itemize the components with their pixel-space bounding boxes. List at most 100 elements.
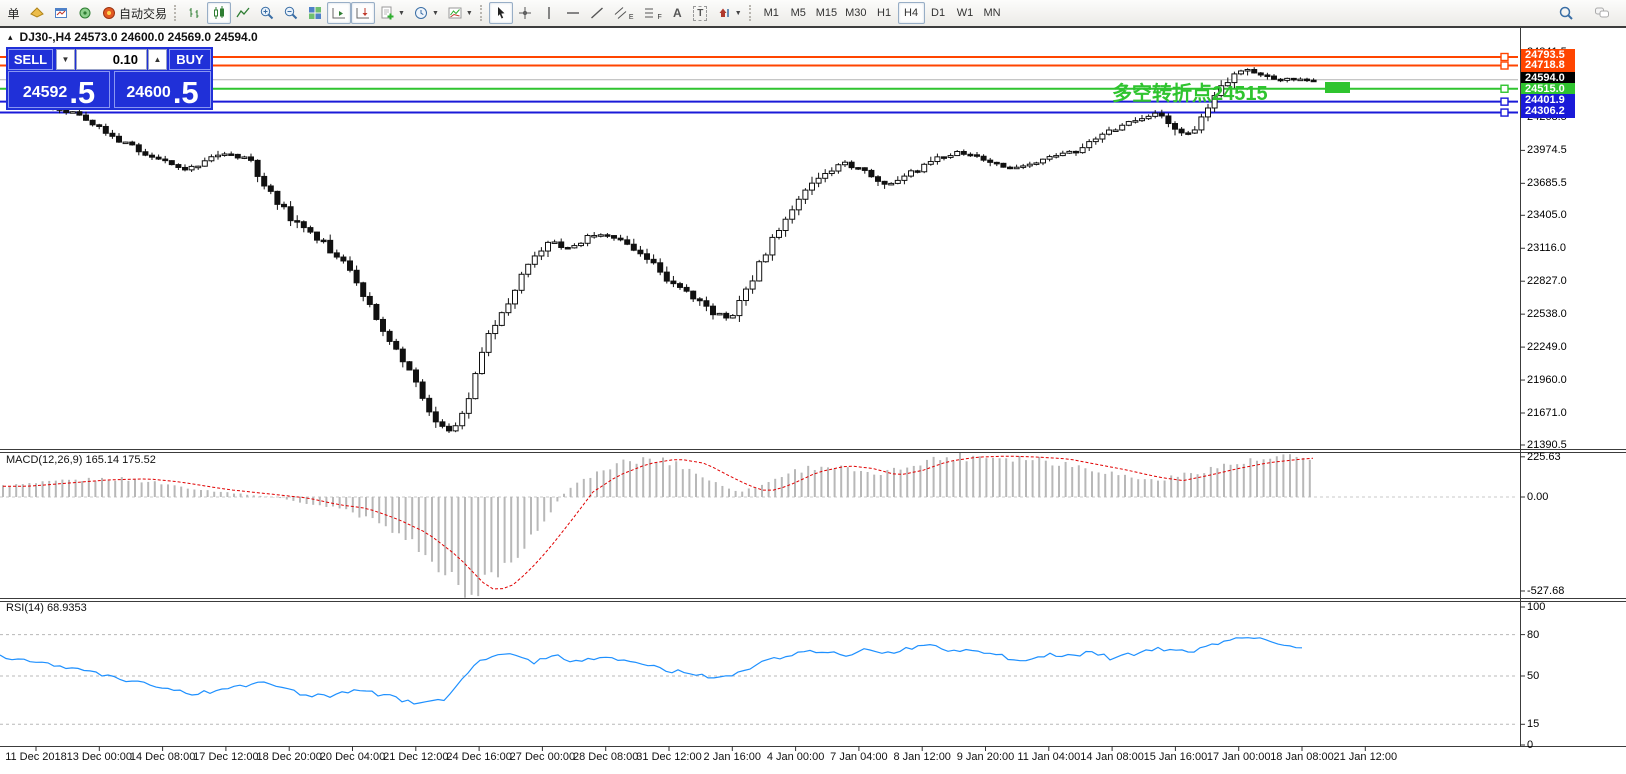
buy-price[interactable]: 24600.5: [114, 71, 211, 108]
sell-price-frac: .5: [69, 78, 95, 107]
price-axis-tick-label: 22538.0: [1527, 308, 1567, 320]
chat-icon: [1594, 5, 1610, 21]
line-handle[interactable]: [1501, 98, 1508, 105]
zoom-out-button[interactable]: [279, 2, 303, 24]
candle-body: [308, 228, 313, 232]
candle-body: [150, 155, 155, 157]
candle-body: [447, 426, 452, 431]
cursor-button[interactable]: [489, 2, 513, 24]
horizontal-line-button[interactable]: [561, 2, 585, 24]
candle-body: [724, 313, 729, 318]
candle-body: [1298, 79, 1303, 81]
text-button[interactable]: A: [666, 2, 689, 24]
buy-price-frac: .5: [173, 78, 199, 107]
candle-body: [202, 161, 207, 166]
zoom-in-button[interactable]: [255, 2, 279, 24]
timeframe-h1-button[interactable]: H1: [871, 2, 898, 24]
candle-body: [1041, 159, 1046, 163]
data-window-icon: [53, 5, 69, 21]
new-order-button[interactable]: 单: [2, 2, 25, 24]
crosshair-button[interactable]: [513, 2, 537, 24]
search-button[interactable]: [1554, 2, 1578, 24]
chat-button[interactable]: [1590, 2, 1614, 24]
candle-body: [328, 240, 333, 253]
chart-annotation-rect[interactable]: [1325, 82, 1350, 93]
buy-button[interactable]: BUY: [169, 49, 211, 70]
chart-shift-button[interactable]: [351, 2, 375, 24]
auto-scroll-button[interactable]: [327, 2, 351, 24]
candle-body: [1113, 130, 1118, 132]
rsi-line: [0, 638, 1302, 704]
candle-body: [915, 171, 920, 173]
candle-body: [229, 154, 234, 156]
candle-body: [394, 341, 399, 349]
timeframe-h4-button[interactable]: H4: [898, 2, 925, 24]
timeframe-d1-button[interactable]: D1: [925, 2, 952, 24]
candle-body: [592, 236, 597, 238]
candlestick-chart-button[interactable]: [207, 2, 231, 24]
candle-body: [909, 171, 914, 176]
equidistant-channel-icon: [613, 5, 629, 21]
trendline-button[interactable]: [585, 2, 609, 24]
candle-body: [645, 254, 650, 260]
crosshair-icon: [517, 5, 533, 21]
templates-button[interactable]: ▼: [443, 2, 477, 24]
timeframe-mn-button[interactable]: MN: [979, 2, 1006, 24]
candle-body: [526, 264, 531, 274]
text-label-glyph: T: [693, 6, 707, 21]
periods-button[interactable]: ▼: [409, 2, 443, 24]
timeframe-m15-button[interactable]: M15: [812, 2, 841, 24]
chart-annotation-text[interactable]: 多空转折点24515: [1112, 77, 1268, 106]
candle-body: [889, 183, 894, 185]
tile-windows-button[interactable]: [303, 2, 327, 24]
arrow-tools-button[interactable]: ▼: [712, 2, 746, 24]
candle-body: [97, 125, 102, 127]
volume-increase-button[interactable]: ▲: [148, 49, 167, 70]
vertical-line-button[interactable]: [537, 2, 561, 24]
collapse-arrow-icon[interactable]: ▴: [8, 32, 13, 43]
navigator-button[interactable]: [73, 2, 97, 24]
line-handle[interactable]: [1501, 62, 1508, 69]
toolbar-groups: 单自动交易▼▼▼EFAT▼M1M5M15M30H1H4D1W1MN: [2, 0, 1006, 26]
volume-decrease-button[interactable]: ▼: [56, 49, 75, 70]
line-handle[interactable]: [1501, 109, 1508, 116]
price-axis-tick-label: 23685.5: [1527, 177, 1567, 189]
autotrading-button[interactable]: 自动交易: [97, 2, 171, 24]
time-axis-label: 18 Dec 20:00: [256, 751, 321, 763]
time-axis-label: 4 Jan 00:00: [767, 751, 825, 763]
candle-body: [183, 167, 188, 169]
candle-body: [1107, 130, 1112, 134]
candle-body: [975, 155, 980, 157]
chart-plot-area[interactable]: [0, 0, 1626, 774]
sell-price[interactable]: 24592.5: [8, 71, 110, 108]
auto-scroll-icon: [331, 5, 347, 21]
text-label-button[interactable]: T: [689, 2, 712, 24]
candle-body: [433, 412, 438, 422]
line-handle[interactable]: [1501, 54, 1508, 61]
toolbar-group-charts: ▼▼▼: [183, 0, 477, 26]
timeframe-m5-button[interactable]: M5: [785, 2, 812, 24]
periods-icon: [413, 5, 429, 21]
timeframe-w1-button[interactable]: W1: [952, 2, 979, 24]
candle-body: [163, 159, 168, 161]
candle-body: [829, 171, 834, 173]
indicators-icon: [379, 5, 395, 21]
candle-body: [1100, 134, 1105, 139]
timeframe-m30-button[interactable]: M30: [841, 2, 870, 24]
equidistant-channel-button[interactable]: E: [609, 2, 638, 24]
line-handle[interactable]: [1501, 85, 1508, 92]
line-chart-button[interactable]: [231, 2, 255, 24]
market-watch-button[interactable]: [25, 2, 49, 24]
indicators-button[interactable]: ▼: [375, 2, 409, 24]
time-axis-label: 2 Jan 16:00: [704, 751, 762, 763]
fibonacci-button[interactable]: F: [638, 2, 666, 24]
data-window-button[interactable]: [49, 2, 73, 24]
bar-chart-button[interactable]: [183, 2, 207, 24]
candle-body: [301, 222, 306, 228]
rsi-axis-label: 0: [1527, 739, 1533, 751]
sell-button[interactable]: SELL: [8, 49, 53, 70]
price-axis-tick-label: 23405.0: [1527, 209, 1567, 221]
timeframe-m1-button[interactable]: M1: [758, 2, 785, 24]
chevron-up-icon: ▲: [154, 55, 162, 64]
volume-input[interactable]: 0.10: [76, 49, 147, 70]
